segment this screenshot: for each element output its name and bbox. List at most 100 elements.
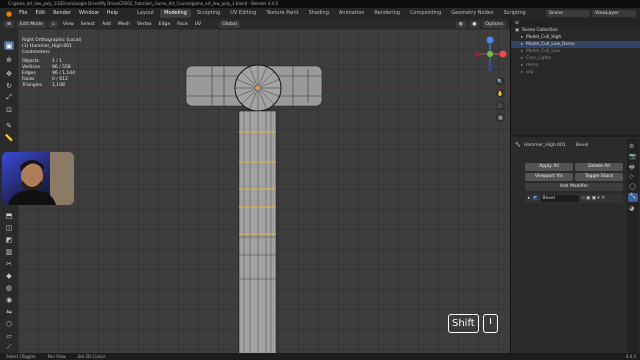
tab-modeling[interactable]: Modeling: [160, 9, 191, 18]
key-hint-overlay: Shift: [448, 312, 498, 334]
orientation-selector[interactable]: Global: [219, 20, 240, 28]
modifier-name-field[interactable]: Bevel: [540, 195, 579, 202]
filter-icon[interactable]: ☰: [515, 21, 519, 26]
scene-selector[interactable]: Scene: [546, 10, 590, 17]
delete-all-button[interactable]: Delete All: [575, 163, 623, 171]
bevel-modifier-icon: ◩: [533, 196, 538, 201]
tab-scripting[interactable]: Scripting: [499, 9, 529, 18]
viewport-header: ⊞ Edit Mode ▫ View Select Add Mesh Verte…: [0, 19, 510, 29]
zoom-icon[interactable]: 🔍: [496, 77, 505, 86]
shading-toggle-icon[interactable]: ●: [469, 20, 480, 28]
viewport-info-overlay: Right Orthographic (Local) (1) Hammer_Hi…: [22, 38, 82, 89]
shrink-fatten-icon[interactable]: ⬡: [4, 319, 14, 328]
bevel-modifier-row: ▸ ◩ Bevel ▫ ▣ ▣ ▾ ✕: [525, 194, 623, 203]
rotate-icon[interactable]: ↻: [4, 81, 14, 90]
status-bar: Select (Toggle) Pan View Set 3D Cursor 4…: [0, 353, 640, 360]
vertex-select-icon[interactable]: ▫: [48, 20, 58, 28]
modifier-visibility-icons[interactable]: ▫ ▣ ▣ ▾ ✕: [582, 196, 605, 201]
inset-icon[interactable]: ◫: [4, 223, 14, 232]
stat-triangles: Triangles 1,108: [22, 83, 65, 88]
menu-render[interactable]: Render: [50, 8, 74, 19]
expand-chevron-icon[interactable]: ▸: [528, 196, 530, 201]
properties-header: 🔧 Hammer_High.001 Bevel: [515, 141, 625, 150]
apply-all-button[interactable]: Apply All: [525, 163, 573, 171]
menu-mesh[interactable]: Mesh: [116, 22, 132, 27]
blender-logo-icon[interactable]: ●: [4, 10, 14, 18]
tab-shading[interactable]: Shading: [305, 9, 333, 18]
menu-add[interactable]: Add: [100, 22, 113, 27]
extrude-icon[interactable]: ⬒: [4, 211, 14, 220]
menu-select[interactable]: Select: [79, 22, 97, 27]
edge-slide-icon[interactable]: ⇋: [4, 307, 14, 316]
annotate-icon[interactable]: ✎: [4, 121, 14, 130]
measure-icon[interactable]: 📏: [4, 133, 14, 142]
tab-compositing[interactable]: Compositing: [406, 9, 445, 18]
tab-texture-paint[interactable]: Texture Paint: [262, 9, 302, 18]
view-layer-selector[interactable]: ViewLayer: [592, 10, 636, 17]
status-cursor-hint: Set 3D Cursor: [77, 354, 106, 359]
menu-vertex[interactable]: Vertex: [135, 22, 154, 27]
options-menu[interactable]: Options: [482, 20, 506, 28]
shear-icon[interactable]: ▱: [4, 331, 14, 340]
tab-geometry-nodes[interactable]: Geometry Nodes: [447, 9, 497, 18]
status-select-hint: Select (Toggle): [6, 354, 36, 359]
outliner-item-model-coll-low[interactable]: ▸ Model_Coll_Low: [511, 48, 640, 55]
outliner-item-model-coll-low-demo[interactable]: ▸ Model_Coll_Low_Demo: [511, 41, 640, 48]
menu-edit[interactable]: Edit: [32, 8, 48, 19]
outliner-item-cam-lights[interactable]: ▸ Cam_Lights: [511, 55, 640, 62]
knife-icon[interactable]: ✂: [4, 259, 14, 268]
outliner-item-wip[interactable]: ▸ wip: [511, 69, 640, 76]
tab-layout[interactable]: Layout: [133, 9, 158, 18]
perspective-toggle-icon[interactable]: ▦: [496, 113, 505, 122]
menu-help[interactable]: Help: [104, 8, 121, 19]
menu-view[interactable]: View: [61, 22, 76, 27]
scale-icon[interactable]: ⤢: [4, 93, 14, 102]
wrench-icon: 🔧: [515, 143, 521, 148]
menu-edge[interactable]: Edge: [157, 22, 173, 27]
properties-object-name: Hammer_High.001: [523, 143, 566, 148]
window-title: C:\game_art_low_poly_1\GDrive\Google Dri…: [8, 1, 279, 6]
tab-animation[interactable]: Animation: [335, 9, 369, 18]
cursor-icon[interactable]: ⊕: [4, 55, 14, 64]
properties-modifier-tab: Bevel: [575, 143, 589, 148]
menu-window[interactable]: Window: [76, 8, 102, 19]
mode-selector[interactable]: Edit Mode: [16, 20, 46, 28]
menu-face[interactable]: Face: [175, 22, 189, 27]
rip-icon[interactable]: ⟋: [4, 343, 14, 352]
scene-tab-icon[interactable]: ◇: [629, 173, 634, 180]
viewport-vis-button[interactable]: Viewport Vis: [525, 173, 573, 181]
mouse-icon: [482, 313, 498, 333]
tab-rendering[interactable]: Rendering: [370, 9, 404, 18]
material-tab-icon[interactable]: ◕: [629, 205, 634, 212]
add-modifier-button[interactable]: Add Modifier: [525, 183, 623, 191]
smooth-icon[interactable]: ◉: [4, 295, 14, 304]
poly-build-icon[interactable]: ◆: [4, 271, 14, 280]
outliner-item-demo[interactable]: ▸ demo: [511, 62, 640, 69]
editor-type-icon[interactable]: ⊞: [4, 20, 14, 28]
navigation-gizmo: [474, 36, 507, 71]
loop-cut-icon[interactable]: ▥: [4, 247, 14, 256]
camera-view-icon[interactable]: 🎥: [496, 101, 505, 110]
tab-sculpting[interactable]: Sculpting: [193, 9, 224, 18]
transform-icon[interactable]: ⊡: [4, 105, 14, 114]
bevel-icon[interactable]: ◩: [4, 235, 14, 244]
tab-uv-editing[interactable]: UV Editing: [226, 9, 260, 18]
pan-hand-icon[interactable]: ✋: [496, 89, 505, 98]
spin-icon[interactable]: ◍: [4, 283, 14, 292]
move-icon[interactable]: ✥: [4, 69, 14, 78]
menu-uv[interactable]: UV: [193, 22, 204, 27]
menu-file[interactable]: File: [16, 8, 30, 19]
outliner-header: ☰: [511, 19, 640, 27]
overlay-toggle-icon[interactable]: ◐: [456, 20, 467, 28]
render-tab-icon[interactable]: 📷: [629, 153, 636, 160]
world-tab-icon[interactable]: ◯: [629, 183, 636, 190]
3d-viewport[interactable]: 🔍 ✋ 🎥 ▦: [18, 29, 510, 355]
select-box-icon[interactable]: ▣: [4, 41, 14, 50]
hammer-mesh: [18, 36, 510, 355]
modifier-tab-icon[interactable]: 🔧: [628, 193, 638, 202]
outliner-item-scene-collection[interactable]: ▣ Scene Collection: [511, 27, 640, 34]
toggle-stack-button[interactable]: Toggle Stack: [575, 173, 623, 181]
outliner-item-model-coll-high[interactable]: ▸ Model_Coll_High: [511, 34, 640, 41]
output-tab-icon[interactable]: 🖶: [629, 163, 635, 173]
tool-tab-icon[interactable]: ⚙: [629, 143, 634, 150]
